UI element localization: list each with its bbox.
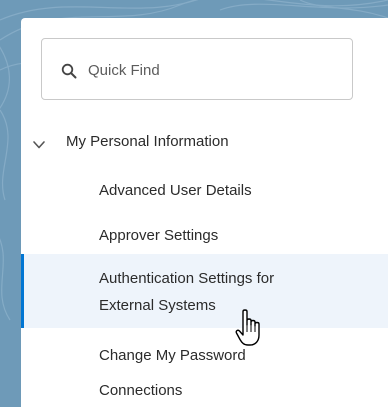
section-label: My Personal Information — [66, 133, 229, 150]
quick-find-input[interactable] — [88, 57, 338, 83]
nav-item-change-my-password[interactable]: Change My Password — [21, 340, 388, 372]
nav-item-label: Connections — [99, 382, 183, 399]
nav-item-advanced-user-details[interactable]: Advanced User Details — [21, 175, 388, 207]
setup-navigation-panel: My Personal Information Advanced User De… — [21, 18, 388, 407]
nav-item-label-line-1: Authentication Settings for — [99, 270, 275, 287]
nav-item-label: Approver Settings — [99, 227, 219, 244]
quick-find-search — [41, 38, 353, 100]
nav-item-authentication-settings[interactable]: Authentication Settings for External Sys… — [21, 254, 388, 328]
nav-item-label-line-2: External Systems — [99, 297, 216, 314]
nav-item-label: Change My Password — [99, 347, 246, 364]
section-my-personal-information[interactable]: My Personal Information — [21, 128, 388, 162]
nav-item-connections[interactable]: Connections — [21, 375, 388, 407]
search-icon — [61, 63, 77, 79]
chevron-down-icon[interactable] — [32, 138, 46, 152]
nav-item-approver-settings[interactable]: Approver Settings — [21, 220, 388, 252]
nav-item-label: Advanced User Details — [99, 182, 252, 199]
hand-pointer-cursor-icon — [235, 309, 260, 346]
